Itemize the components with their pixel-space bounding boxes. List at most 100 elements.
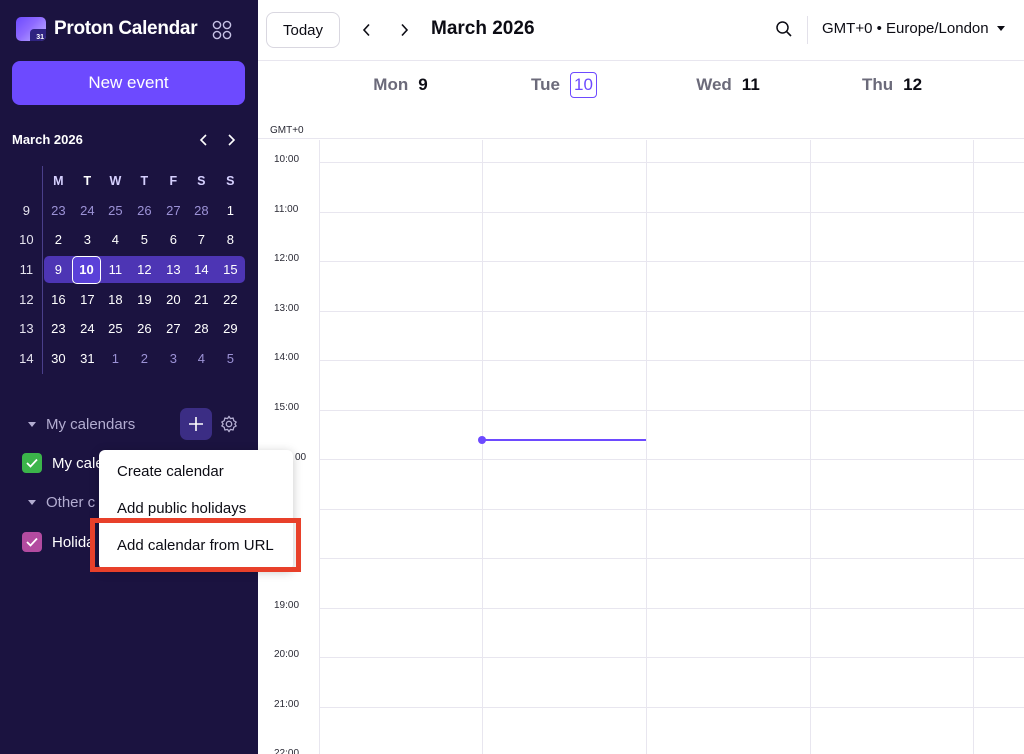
create-calendar-option[interactable]: Create calendar [99,453,293,489]
day-headers: Mon 9 Tue 10 Wed 11 Thu 12 GMT+0 [258,61,1024,139]
mini-calendar-day[interactable]: 31 [73,344,102,374]
caret-down-icon [28,422,36,427]
mini-calendar-prev-button[interactable] [194,130,214,150]
mini-calendar-day[interactable]: 3 [73,225,102,255]
day-header-thu[interactable]: Thu 12 [810,71,974,99]
mini-calendar-day[interactable]: 28 [187,196,216,226]
mini-calendar-day[interactable]: 26 [130,314,159,344]
mini-calendar-grid: M T W T F S S 9 23 24 25 26 27 28 1 10 2 3 4 5 6 7 8 11 9 10 11 12 1… [12,166,248,373]
other-calendars-toggle[interactable]: Other c [28,494,95,511]
mini-calendar-day[interactable]: 15 [216,255,245,285]
week-number[interactable]: 13 [12,314,41,344]
mini-calendar-day[interactable]: 24 [73,196,102,226]
my-calendars-toggle[interactable]: My calendars [28,416,135,433]
week-number[interactable]: 11 [12,255,41,285]
calendar-item-holidays[interactable]: Holida [22,532,95,552]
add-public-holidays-option[interactable]: Add public holidays [99,490,293,526]
week-number[interactable]: 14 [12,344,41,374]
add-calendar-button[interactable] [180,408,212,440]
mini-calendar-day[interactable]: 23 [44,314,73,344]
mini-calendar-day[interactable]: 25 [101,196,130,226]
mini-calendar-day[interactable]: 9 [44,255,73,285]
day-name: Tue [531,75,561,94]
mini-calendar-week-row: 14 30 31 1 2 3 4 5 [12,344,248,374]
hour-line [319,607,1024,609]
mini-calendar-next-button[interactable] [221,130,241,150]
mini-calendar-day[interactable]: 4 [187,344,216,374]
week-number[interactable]: 9 [12,196,41,226]
mini-calendar-day[interactable]: 28 [187,314,216,344]
hour-line [319,310,1024,312]
mini-calendar-day[interactable]: 23 [44,196,73,226]
mini-calendar-day[interactable]: 18 [101,284,130,314]
mini-calendar-day[interactable]: 16 [44,284,73,314]
previous-week-button[interactable] [356,19,378,41]
mini-calendar-today[interactable]: 10 [72,255,101,284]
mini-calendar-day[interactable]: 24 [73,314,102,344]
mini-calendar-day[interactable]: 12 [130,255,159,285]
week-number[interactable]: 10 [12,225,41,255]
new-event-button[interactable]: New event [12,61,245,105]
chevron-left-icon [362,23,370,37]
mini-calendar-day[interactable]: 7 [187,225,216,255]
week-time-grid[interactable]: 00 10:00 11:00 12:00 13:00 14:00 15:00 19:00 20… [258,140,1024,754]
mini-calendar-day[interactable]: 11 [101,255,130,285]
current-time-line [484,439,646,441]
hour-line [319,508,1024,510]
week-number[interactable]: 12 [12,284,41,314]
sidebar: 31 Proton Calendar New event March 2026 … [0,0,258,754]
add-calendar-from-url-option[interactable]: Add calendar from URL [99,527,293,563]
mini-calendar-day[interactable]: 13 [159,255,188,285]
hour-label: 19:00 [274,599,300,611]
mini-calendar-day[interactable]: 27 [159,196,188,226]
hour-line [319,261,1024,262]
day-date: 11 [741,75,760,94]
day-header-tue[interactable]: Tue 10 [482,71,646,99]
checkbox-checked-icon[interactable] [22,532,42,552]
mini-calendar-weekday: F [169,173,178,188]
mini-calendar-day[interactable]: 2 [130,344,159,374]
timezone-label: GMT+0 • Europe/London [822,20,989,37]
timezone-select[interactable]: GMT+0 • Europe/London [822,20,1005,37]
mini-calendar-week-row: 11 9 10 11 12 13 14 15 [12,255,248,285]
logo-badge: 31 [36,34,44,41]
chevron-right-icon [228,134,236,146]
mini-calendar-day[interactable]: 3 [159,344,188,374]
next-week-button[interactable] [393,19,415,41]
today-button[interactable]: Today [266,12,340,48]
mini-calendar-day[interactable]: 26 [130,196,159,226]
mini-calendar-week-row: 9 23 24 25 26 27 28 1 [12,196,248,226]
gear-icon[interactable] [220,415,238,433]
mini-calendar-day[interactable]: 6 [159,225,188,255]
mini-calendar-day[interactable]: 20 [159,284,188,314]
day-date: 12 [903,75,923,94]
mini-calendar-day[interactable]: 21 [187,284,216,314]
mini-calendar-day[interactable]: 27 [159,314,188,344]
search-icon[interactable] [774,19,794,39]
mini-calendar-weekday: S [226,173,235,188]
mini-calendar-day[interactable]: 22 [216,284,245,314]
mini-calendar-day[interactable]: 4 [101,225,130,255]
mini-calendar-weekday: S [197,173,206,188]
mini-calendar-day[interactable]: 5 [216,344,245,374]
apps-grid-icon[interactable] [212,20,232,40]
add-calendar-dropdown: Create calendar Add public holidays Add … [99,450,293,570]
mini-calendar-weekday: W [109,173,122,188]
mini-calendar-day[interactable]: 14 [187,255,216,285]
mini-calendar-day[interactable]: 1 [216,196,245,226]
mini-calendar-day[interactable]: 30 [44,344,73,374]
mini-calendar-day[interactable]: 2 [44,225,73,255]
day-header-mon[interactable]: Mon 9 [319,71,482,99]
mini-calendar-day[interactable]: 17 [73,284,102,314]
checkbox-checked-icon[interactable] [22,453,42,473]
mini-calendar-day[interactable]: 29 [216,314,245,344]
mini-calendar-day[interactable]: 1 [101,344,130,374]
hour-label: 21:00 [274,698,300,710]
day-header-wed[interactable]: Wed 11 [646,71,810,99]
calendar-item-my-calendar[interactable]: My cale [22,453,104,473]
mini-calendar-day[interactable]: 19 [130,284,159,314]
mini-calendar-day[interactable]: 25 [101,314,130,344]
mini-calendar-weekday: T [83,173,92,188]
mini-calendar-day[interactable]: 5 [130,225,159,255]
mini-calendar-day[interactable]: 8 [216,225,245,255]
